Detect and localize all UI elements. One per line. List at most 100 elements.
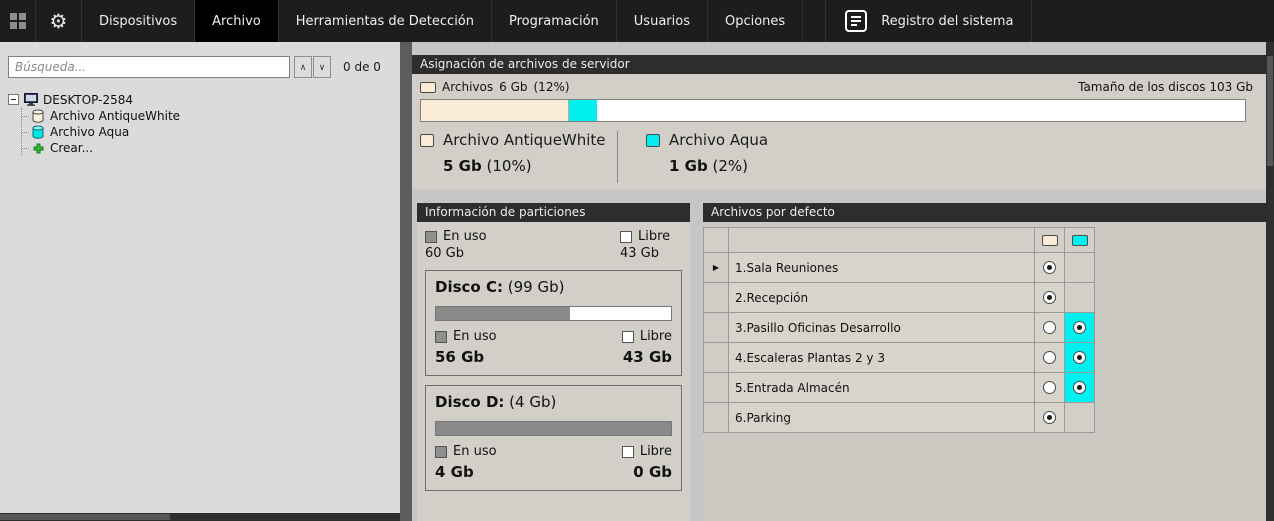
row-selector-cell[interactable] (704, 283, 729, 313)
device-tree: DESKTOP-2584 Archivo AntiqueWhiteArchivo… (0, 84, 400, 163)
row-selector-cell[interactable]: ▶ (704, 253, 729, 283)
legend-divider (617, 131, 618, 183)
search-prev-button[interactable]: ∧ (294, 56, 312, 78)
row-selector-cell[interactable] (704, 313, 729, 343)
table-row: 5.Entrada Almacén (704, 373, 1095, 403)
tree-root-label: DESKTOP-2584 (43, 93, 133, 107)
partitions-panel: Información de particiones En uso Libre … (417, 203, 690, 521)
tree-root-item[interactable]: DESKTOP-2584 (8, 91, 392, 108)
app-grid-icon[interactable] (0, 0, 36, 42)
legend-value: 5 Gb (443, 157, 482, 175)
aqua-radio[interactable] (1073, 381, 1086, 394)
aqua-radio[interactable] (1073, 321, 1086, 334)
antiquewhite-radio-cell[interactable] (1035, 373, 1065, 403)
search-input[interactable] (8, 56, 290, 78)
antiquewhite-radio[interactable] (1043, 321, 1056, 334)
menu-item-opciones[interactable]: Opciones (708, 0, 803, 42)
total-in-use: 60 Gb (425, 246, 464, 261)
menu-item-programacion[interactable]: Programación (492, 0, 617, 42)
gear-icon: ⚙ (50, 9, 68, 33)
aqua-radio-cell[interactable] (1065, 283, 1095, 313)
tree-children: Archivo AntiqueWhiteArchivo AquaCrear... (21, 108, 392, 156)
file-name-cell[interactable]: 1.Sala Reuniones (729, 253, 1035, 283)
add-plus-icon (31, 143, 45, 154)
antiquewhite-radio-cell[interactable] (1035, 403, 1065, 433)
disk-c-box: Disco C: (99 Gb) En uso Libre 56 Gb 43 G… (425, 270, 682, 376)
antiquewhite-radio[interactable] (1043, 411, 1056, 424)
disk-in-use-value: 4 Gb (435, 463, 474, 481)
scrollbar-thumb[interactable] (1267, 56, 1273, 166)
server-allocation-header: Asignación de archivos de servidor (412, 55, 1266, 74)
disk-bar-fill (436, 422, 671, 435)
system-log-label: Registro del sistema (881, 14, 1013, 29)
header-antiquewhite-column[interactable] (1035, 228, 1065, 253)
disk-name: Disco C: (435, 278, 503, 296)
antiquewhite-radio-cell[interactable] (1035, 343, 1065, 373)
vertical-scrollbar[interactable] (1266, 42, 1274, 521)
aqua-radio-cell[interactable] (1065, 343, 1095, 373)
panel-splitter[interactable] (400, 42, 412, 521)
menu-item-archivo[interactable]: Archivo (195, 0, 279, 42)
antiquewhite-legend-icon[interactable] (420, 134, 434, 147)
tree-item-1[interactable]: Archivo AntiqueWhite (22, 108, 392, 124)
file-name-cell[interactable]: 2.Recepción (729, 283, 1035, 313)
disk-in-use-value: 56 Gb (435, 348, 484, 366)
tree-item-label: Archivo Aqua (50, 125, 129, 139)
default-files-header: Archivos por defecto (703, 203, 1266, 222)
settings-gear-button[interactable]: ⚙ (36, 0, 82, 42)
table-header-row (704, 228, 1095, 253)
row-selector-cell[interactable] (704, 403, 729, 433)
chevron-up-icon: ∧ (300, 62, 307, 72)
file-name-cell[interactable]: 4.Escaleras Plantas 2 y 3 (729, 343, 1035, 373)
aqua-radio-cell[interactable] (1065, 373, 1095, 403)
in-use-swatch-icon (435, 331, 447, 343)
antiquewhite-radio-cell[interactable] (1035, 283, 1065, 313)
antiquewhite-radio[interactable] (1043, 291, 1056, 304)
disks-total-size: Tamaño de los discos 103 Gb (1078, 80, 1253, 94)
panel-title: Información de particiones (425, 205, 585, 219)
scrollbar-thumb[interactable] (0, 514, 170, 520)
database-antiquewhite-icon (31, 109, 45, 123)
antiquewhite-radio-cell[interactable] (1035, 313, 1065, 343)
free-swatch-icon (622, 331, 634, 343)
file-name-cell[interactable]: 3.Pasillo Oficinas Desarrollo (729, 313, 1035, 343)
in-use-label: En uso (443, 229, 487, 244)
menu-item-herramientas[interactable]: Herramientas de Detección (279, 0, 492, 42)
tree-item-2[interactable]: Archivo Aqua (22, 124, 392, 140)
disk-bar-fill (436, 307, 570, 320)
menu-item-dispositivos[interactable]: Dispositivos (82, 0, 195, 42)
aqua-radio-cell[interactable] (1065, 253, 1095, 283)
legend-value: 1 Gb (669, 157, 708, 175)
search-result-count: 0 de 0 (343, 60, 381, 74)
tree-item-3[interactable]: Crear... (22, 140, 392, 156)
menu-item-usuarios[interactable]: Usuarios (617, 0, 708, 42)
search-next-button[interactable]: ∨ (313, 56, 331, 78)
tree-collapse-toggle[interactable] (8, 94, 19, 105)
file-name-cell[interactable]: 5.Entrada Almacén (729, 373, 1035, 403)
antiquewhite-radio[interactable] (1043, 351, 1056, 364)
system-log-button[interactable]: Registro del sistema (825, 0, 1032, 42)
disk-size: (99 Gb) (508, 278, 565, 296)
header-aqua-column[interactable] (1065, 228, 1095, 253)
antiquewhite-radio[interactable] (1043, 381, 1056, 394)
files-summary: Archivos 6 Gb (12%) (420, 80, 570, 94)
legend-pct: (10%) (487, 157, 532, 175)
antiquewhite-radio-cell[interactable] (1035, 253, 1065, 283)
file-name-cell[interactable]: 6.Parking (729, 403, 1035, 433)
sidebar-horizontal-scrollbar[interactable] (0, 513, 400, 521)
antiquewhite-radio[interactable] (1043, 261, 1056, 274)
default-files-panel: Archivos por defecto ▶ 1.Sala Reuniones2.… (703, 203, 1266, 521)
current-row-arrow-icon: ▶ (713, 263, 719, 272)
aqua-radio-cell[interactable] (1065, 313, 1095, 343)
default-files-rows: ▶ 1.Sala Reuniones2.Recepción3.Pasillo Of… (704, 253, 1095, 433)
table-row: ▶ 1.Sala Reuniones (704, 253, 1095, 283)
search-bar: ∧ ∨ 0 de 0 (0, 42, 400, 84)
chevron-down-icon: ∨ (319, 62, 326, 72)
aqua-radio[interactable] (1073, 351, 1086, 364)
alloc-bar-aqua (569, 100, 596, 121)
disk-free-value: 0 Gb (633, 463, 672, 481)
aqua-legend-icon[interactable] (646, 134, 660, 147)
row-selector-cell[interactable] (704, 343, 729, 373)
row-selector-cell[interactable] (704, 373, 729, 403)
aqua-radio-cell[interactable] (1065, 403, 1095, 433)
